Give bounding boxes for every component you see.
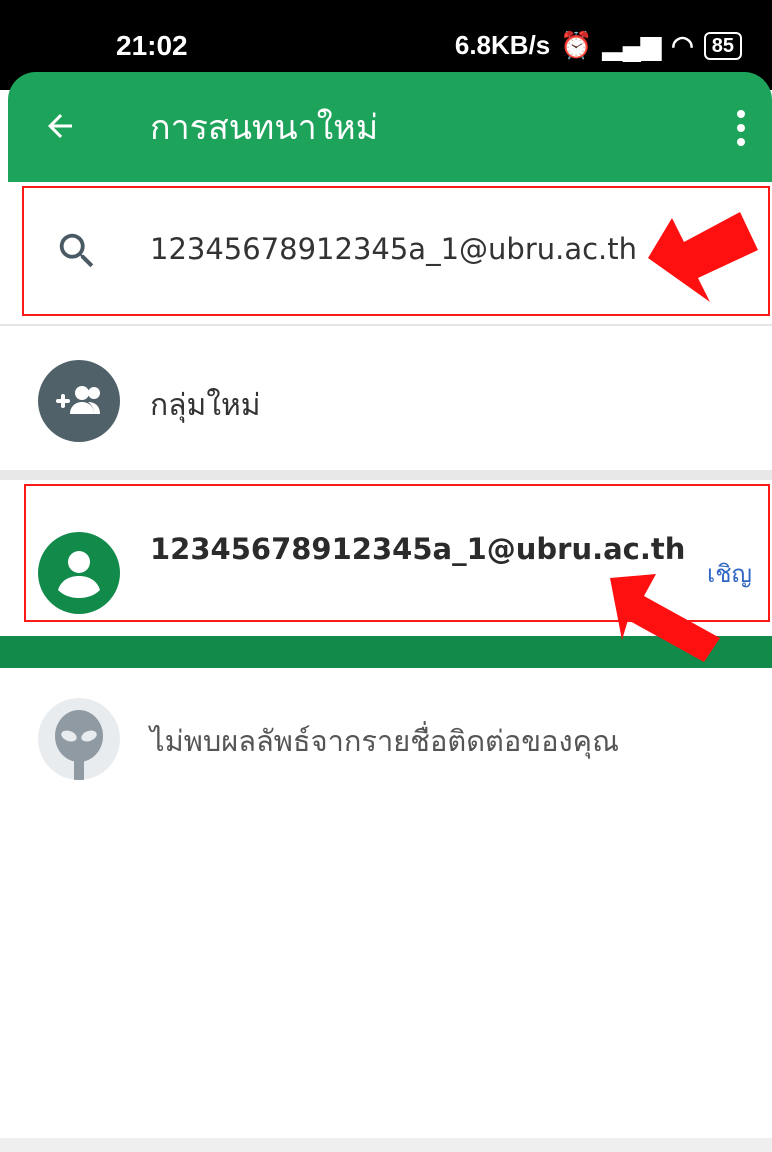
new-group-label: กลุ่มใหม่: [150, 388, 261, 423]
no-results-text: ไม่พบผลลัพธ์จากรายชื่อติดต่อของคุณ: [150, 724, 619, 758]
more-vert-icon[interactable]: [736, 108, 746, 148]
contact-email: 12345678912345a_1@ubru.ac.th: [150, 532, 686, 566]
signal-icon: ▂▄▆: [602, 30, 662, 60]
bottom-bar: [0, 1138, 772, 1152]
battery-icon: 85: [703, 31, 742, 60]
search-icon: [59, 233, 94, 268]
no-results-item: ไม่พบผลลัพธ์จากรายชื่อติดต่อของคุณ: [0, 668, 772, 808]
page-title: การสนทนาใหม่: [150, 108, 379, 148]
section-divider: [0, 470, 772, 480]
group-add-icon: [38, 360, 120, 442]
app-bar: การสนทนาใหม่: [8, 72, 772, 182]
back-arrow-icon[interactable]: [42, 108, 78, 144]
person-icon: [38, 532, 120, 614]
status-indicators: 6.8KB/s ⏰ ▂▄▆ ◠ 85: [455, 30, 742, 61]
arrow-icon: [610, 574, 720, 662]
alien-icon: [38, 698, 120, 780]
network-speed: 6.8KB/s: [454, 30, 551, 60]
search-input[interactable]: 12345678912345a_1@ubru.ac.th: [150, 232, 637, 266]
status-time: 21:02: [116, 30, 188, 61]
arrow-icon: [648, 212, 758, 302]
new-group-item[interactable]: กลุ่มใหม่: [0, 326, 772, 476]
wifi-icon: ◠: [671, 30, 694, 60]
alarm-icon: ⏰: [560, 30, 593, 60]
